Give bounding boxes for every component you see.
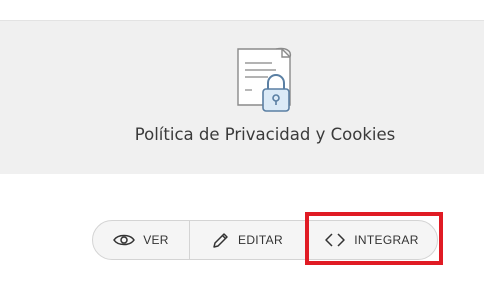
document-card[interactable]: Política de Privacidad y Cookies bbox=[0, 21, 484, 174]
eye-icon bbox=[113, 234, 136, 246]
pencil-icon bbox=[213, 233, 228, 248]
view-button-label: VER bbox=[143, 233, 169, 247]
edit-button[interactable]: EDITAR bbox=[190, 221, 306, 259]
view-button[interactable]: VER bbox=[93, 221, 190, 259]
embed-highlight-box bbox=[305, 212, 443, 265]
card-title: Política de Privacidad y Cookies bbox=[134, 125, 396, 144]
document-lock-icon bbox=[237, 47, 292, 112]
top-divider-strip bbox=[0, 0, 484, 21]
edit-button-label: EDITAR bbox=[238, 233, 283, 247]
